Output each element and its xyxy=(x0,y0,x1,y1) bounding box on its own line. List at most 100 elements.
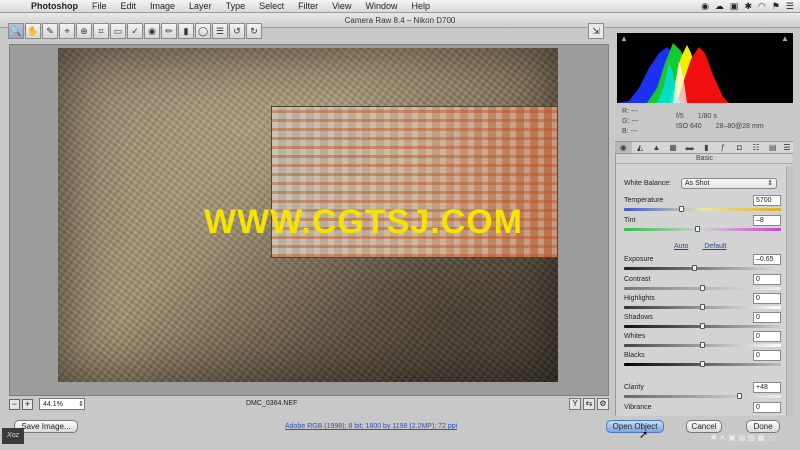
list-icon[interactable]: ☰ xyxy=(786,1,794,12)
shadow-clipping-icon[interactable]: ▲ xyxy=(620,35,629,43)
wifi-icon[interactable]: ◠ xyxy=(758,1,766,12)
shadows-thumb[interactable] xyxy=(699,323,705,329)
tab-presets-icon[interactable]: ☷ xyxy=(748,142,765,153)
tab-lens-icon[interactable]: ▮ xyxy=(698,142,715,153)
straighten-tool-icon[interactable]: ▭ xyxy=(110,23,126,39)
radial-filter-icon[interactable]: ◯ xyxy=(195,23,211,39)
panel-scrollbar[interactable] xyxy=(786,166,793,416)
menu-type[interactable]: Type xyxy=(219,1,253,11)
shadows-field[interactable]: 0 xyxy=(753,312,781,323)
mouse-cursor-icon: ➚ xyxy=(639,429,649,441)
shutter-speed: 1/80 s xyxy=(697,113,717,120)
spot-removal-tool-icon[interactable]: ✓ xyxy=(127,23,143,39)
zoom-tool-icon[interactable]: 🔍 xyxy=(8,23,24,39)
menu-view[interactable]: View xyxy=(325,1,358,11)
image-info: R: --- G: --- B: --- f/5 1/80 s ISO 640 28… xyxy=(620,105,790,139)
footer-bar: Save Image... Adobe RGB (1998); 8 bit; 1… xyxy=(0,416,800,437)
white-balance-select[interactable]: As Shot ⇕ xyxy=(681,178,777,189)
menu-window[interactable]: Window xyxy=(358,1,404,11)
exposure-thumb[interactable] xyxy=(691,265,697,271)
tab-camera-calibration-icon[interactable]: ◘ xyxy=(731,142,748,153)
panel-tabs: ◉ ◭ ▲ ▦ ▬ ▮ ƒ ◘ ☷ ▤ ☰ xyxy=(615,141,793,154)
highlights-thumb[interactable] xyxy=(699,304,705,310)
exposure-slider[interactable] xyxy=(624,267,781,270)
targeted-adjustment-tool-icon[interactable]: ⊕ xyxy=(76,23,92,39)
adjustment-brush-icon[interactable]: ✏ xyxy=(161,23,177,39)
menu-file[interactable]: File xyxy=(85,1,114,11)
crop-tool-icon[interactable]: ⌗ xyxy=(93,23,109,39)
menu-filter[interactable]: Filter xyxy=(291,1,325,11)
status-icons: ◉ ☁ ▣ ✱ ◠ ⚑ ☰ xyxy=(701,0,794,13)
clarity-slider[interactable] xyxy=(624,395,781,398)
hand-tool-icon[interactable]: ✋ xyxy=(25,23,41,39)
temperature-field[interactable]: 5700 xyxy=(753,195,781,206)
menu-image[interactable]: Image xyxy=(143,1,182,11)
rotate-left-icon[interactable]: ↺ xyxy=(229,23,245,39)
zoom-level: 44.1% xyxy=(43,401,63,408)
tint-field[interactable]: –8 xyxy=(753,215,781,226)
tab-snapshots-icon[interactable]: ▤ xyxy=(764,142,781,153)
preview-settings-icon[interactable]: ⚙ xyxy=(597,398,609,410)
menu-bar: Photoshop File Edit Image Layer Type Sel… xyxy=(0,0,800,13)
highlights-field[interactable]: 0 xyxy=(753,293,781,304)
tab-hsl-icon[interactable]: ▦ xyxy=(665,142,682,153)
tint-label: Tint xyxy=(624,217,636,224)
color-sampler-tool-icon[interactable]: ⌖ xyxy=(59,23,75,39)
rgb-readout: R: --- G: --- B: --- xyxy=(622,107,638,137)
highlight-clipping-icon[interactable]: ▲ xyxy=(781,35,790,43)
zoom-out-icon[interactable]: − xyxy=(9,398,20,410)
temperature-thumb[interactable] xyxy=(679,206,685,212)
red-eye-tool-icon[interactable]: ◉ xyxy=(144,23,160,39)
panel-menu-icon[interactable]: ☰ xyxy=(781,142,793,153)
auto-link[interactable]: Auto xyxy=(674,243,688,250)
lens-info: 28–80@28 mm xyxy=(715,123,764,130)
blacks-field[interactable]: 0 xyxy=(753,350,781,361)
clarity-thumb[interactable] xyxy=(737,393,743,399)
tint-slider[interactable] xyxy=(624,228,781,231)
menu-help[interactable]: Help xyxy=(404,1,437,11)
workflow-options-link[interactable]: Adobe RGB (1998); 8 bit; 1800 by 1198 (2… xyxy=(285,423,457,430)
clarity-field[interactable]: +48 xyxy=(753,382,781,393)
swap-settings-icon[interactable]: ⇆ xyxy=(583,398,595,410)
fullscreen-toggle-icon[interactable]: ⇲ xyxy=(588,23,604,39)
default-link[interactable]: Default xyxy=(704,243,726,250)
cloud-icon[interactable]: ☁ xyxy=(715,1,724,12)
preferences-icon[interactable]: ☰ xyxy=(212,23,228,39)
open-object-button[interactable]: Open Object xyxy=(606,420,664,433)
screen-icon[interactable]: ▣ xyxy=(730,1,739,12)
whites-thumb[interactable] xyxy=(699,342,705,348)
eye-icon[interactable]: ◉ xyxy=(701,1,709,12)
histogram: ▲ ▲ xyxy=(617,33,793,103)
white-balance-tool-icon[interactable]: ✎ xyxy=(42,23,58,39)
menu-edit[interactable]: Edit xyxy=(114,1,144,11)
tab-effects-icon[interactable]: ƒ xyxy=(715,142,732,153)
tab-tone-curve-icon[interactable]: ◭ xyxy=(632,142,649,153)
tab-basic-icon[interactable]: ◉ xyxy=(615,142,632,153)
tab-split-toning-icon[interactable]: ▬ xyxy=(681,142,698,153)
whites-field[interactable]: 0 xyxy=(753,331,781,342)
rotate-right-icon[interactable]: ↻ xyxy=(246,23,262,39)
before-after-toggle-icon[interactable]: Y xyxy=(569,398,581,410)
menu-app[interactable]: Photoshop xyxy=(24,1,85,11)
basic-panel: Basic White Balance: As Shot ⇕ Temperatu… xyxy=(615,154,793,416)
contrast-field[interactable]: 0 xyxy=(753,274,781,285)
shadows-label: Shadows xyxy=(624,314,653,321)
bluetooth-icon[interactable]: ✱ xyxy=(744,1,752,12)
contrast-label: Contrast xyxy=(624,276,651,283)
exposure-field[interactable]: –0.65 xyxy=(753,254,781,265)
zoom-level-select[interactable]: 44.1% ⇕ xyxy=(39,398,85,410)
zoom-in-icon[interactable]: + xyxy=(22,398,33,410)
vibrance-label: Vibrance xyxy=(624,404,652,411)
blacks-label: Blacks xyxy=(624,352,645,359)
blacks-thumb[interactable] xyxy=(699,361,705,367)
temperature-slider[interactable] xyxy=(624,208,781,211)
graduated-filter-icon[interactable]: ▮ xyxy=(178,23,194,39)
vibrance-field[interactable]: 0 xyxy=(753,402,781,413)
tint-thumb[interactable] xyxy=(694,226,700,232)
menu-select[interactable]: Select xyxy=(252,1,291,11)
tab-detail-icon[interactable]: ▲ xyxy=(648,142,665,153)
contrast-thumb[interactable] xyxy=(699,285,705,291)
flag-icon[interactable]: ⚑ xyxy=(772,1,780,12)
corner-watermark: ⋯ ✱ ✕ ▣ ▤ ▥ ▦ ⓒ xyxy=(700,433,776,442)
menu-layer[interactable]: Layer xyxy=(182,1,219,11)
